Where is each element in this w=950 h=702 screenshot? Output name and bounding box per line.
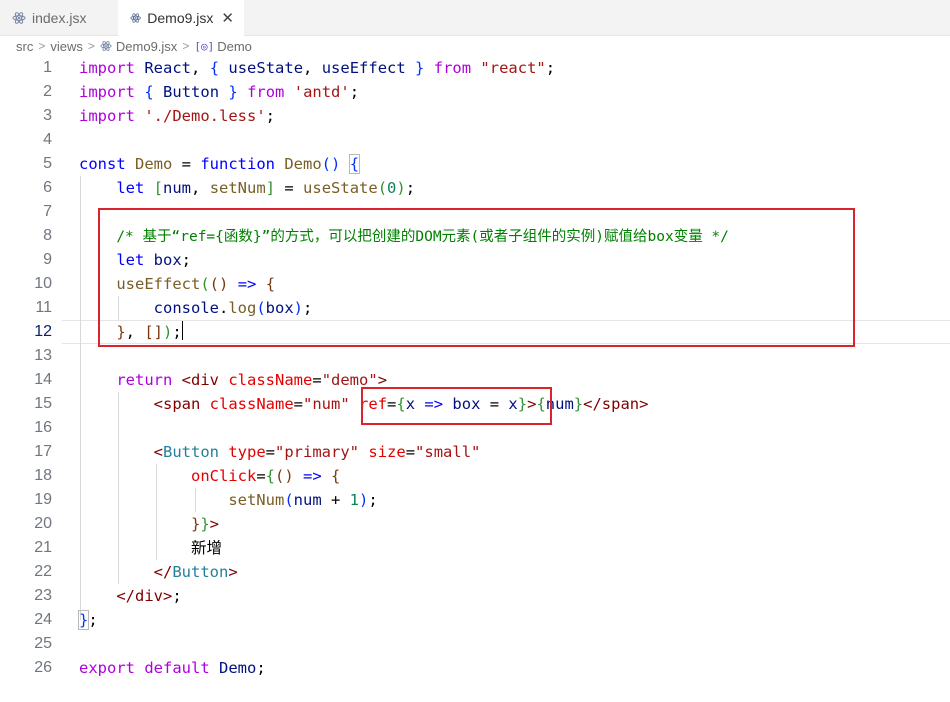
code-line: import './Demo.less';	[79, 107, 276, 125]
breadcrumb-item-views[interactable]: views	[50, 39, 83, 54]
breadcrumb-item-file[interactable]: Demo9.jsx	[116, 39, 177, 54]
editor-tab-bar: index.jsx Demo9.jsx ✕	[0, 0, 950, 36]
line-number: 5	[43, 155, 52, 172]
code-line: 新增	[79, 536, 222, 560]
line-number: 3	[43, 107, 52, 124]
line-number: 26	[34, 659, 52, 676]
line-number: 6	[43, 179, 52, 196]
code-line: export default Demo;	[79, 659, 266, 677]
line-number: 8	[43, 227, 52, 244]
line-number: 21	[34, 539, 52, 556]
breadcrumb-item-symbol[interactable]: Demo	[217, 39, 252, 54]
code-line: import React, { useState, useEffect } fr…	[79, 59, 556, 77]
code-line: <Button type="primary" size="small"	[153, 443, 481, 461]
tab-index-jsx[interactable]: index.jsx	[0, 0, 118, 35]
breadcrumb: src > views > Demo9.jsx > [◎] Demo	[16, 38, 252, 54]
line-number: 20	[34, 515, 52, 532]
line-number: 4	[43, 131, 52, 148]
line-number: 18	[34, 467, 52, 484]
line-number: 24	[34, 611, 52, 628]
code-line: </div>;	[116, 587, 182, 605]
code-line: return <div className="demo">	[116, 371, 388, 389]
chevron-right-icon: >	[87, 39, 95, 53]
line-number: 9	[43, 251, 52, 268]
tab-label: index.jsx	[32, 9, 87, 26]
code-line: import { Button } from 'antd';	[79, 83, 360, 101]
code-line: };	[77, 610, 98, 630]
line-number: 11	[35, 299, 52, 316]
code-line: let [num, setNum] = useState(0);	[116, 179, 416, 197]
code-line: setNum(num + 1);	[228, 491, 378, 509]
line-number: 17	[34, 443, 52, 460]
chevron-right-icon: >	[182, 39, 190, 53]
symbol-variable-icon: [◎]	[194, 39, 215, 53]
line-number: 16	[34, 419, 52, 436]
line-number: 14	[34, 371, 52, 388]
tab-label: Demo9.jsx	[147, 10, 214, 26]
react-icon	[12, 11, 26, 24]
code-editor[interactable]: 1 import React, { useState, useEffect } …	[0, 56, 950, 702]
react-icon	[100, 41, 112, 51]
react-icon	[130, 13, 141, 23]
highlight-box-useeffect	[98, 208, 855, 347]
line-number: 22	[34, 563, 52, 580]
code-line: </Button>	[153, 563, 238, 581]
code-line: onClick={() => {	[190, 467, 341, 485]
code-line: }}>	[190, 515, 220, 533]
line-number: 25	[34, 635, 52, 652]
breadcrumb-item-src[interactable]: src	[16, 39, 33, 54]
chevron-right-icon: >	[38, 39, 46, 53]
line-number: 2	[43, 83, 52, 100]
line-number: 23	[34, 587, 52, 604]
line-number: 13	[34, 347, 52, 364]
line-number: 1	[43, 59, 52, 76]
jsx-text: 新增	[190, 539, 222, 557]
line-number: 19	[34, 491, 52, 508]
highlight-box-ref	[361, 387, 552, 425]
line-number: 15	[34, 395, 52, 412]
close-icon[interactable]: ✕	[221, 9, 234, 27]
tab-demo9-jsx[interactable]: Demo9.jsx ✕	[118, 0, 244, 36]
line-number: 7	[43, 203, 52, 220]
line-number: 10	[34, 275, 52, 292]
code-line: const Demo = function Demo() {	[79, 154, 361, 174]
line-number: 12	[34, 323, 52, 340]
